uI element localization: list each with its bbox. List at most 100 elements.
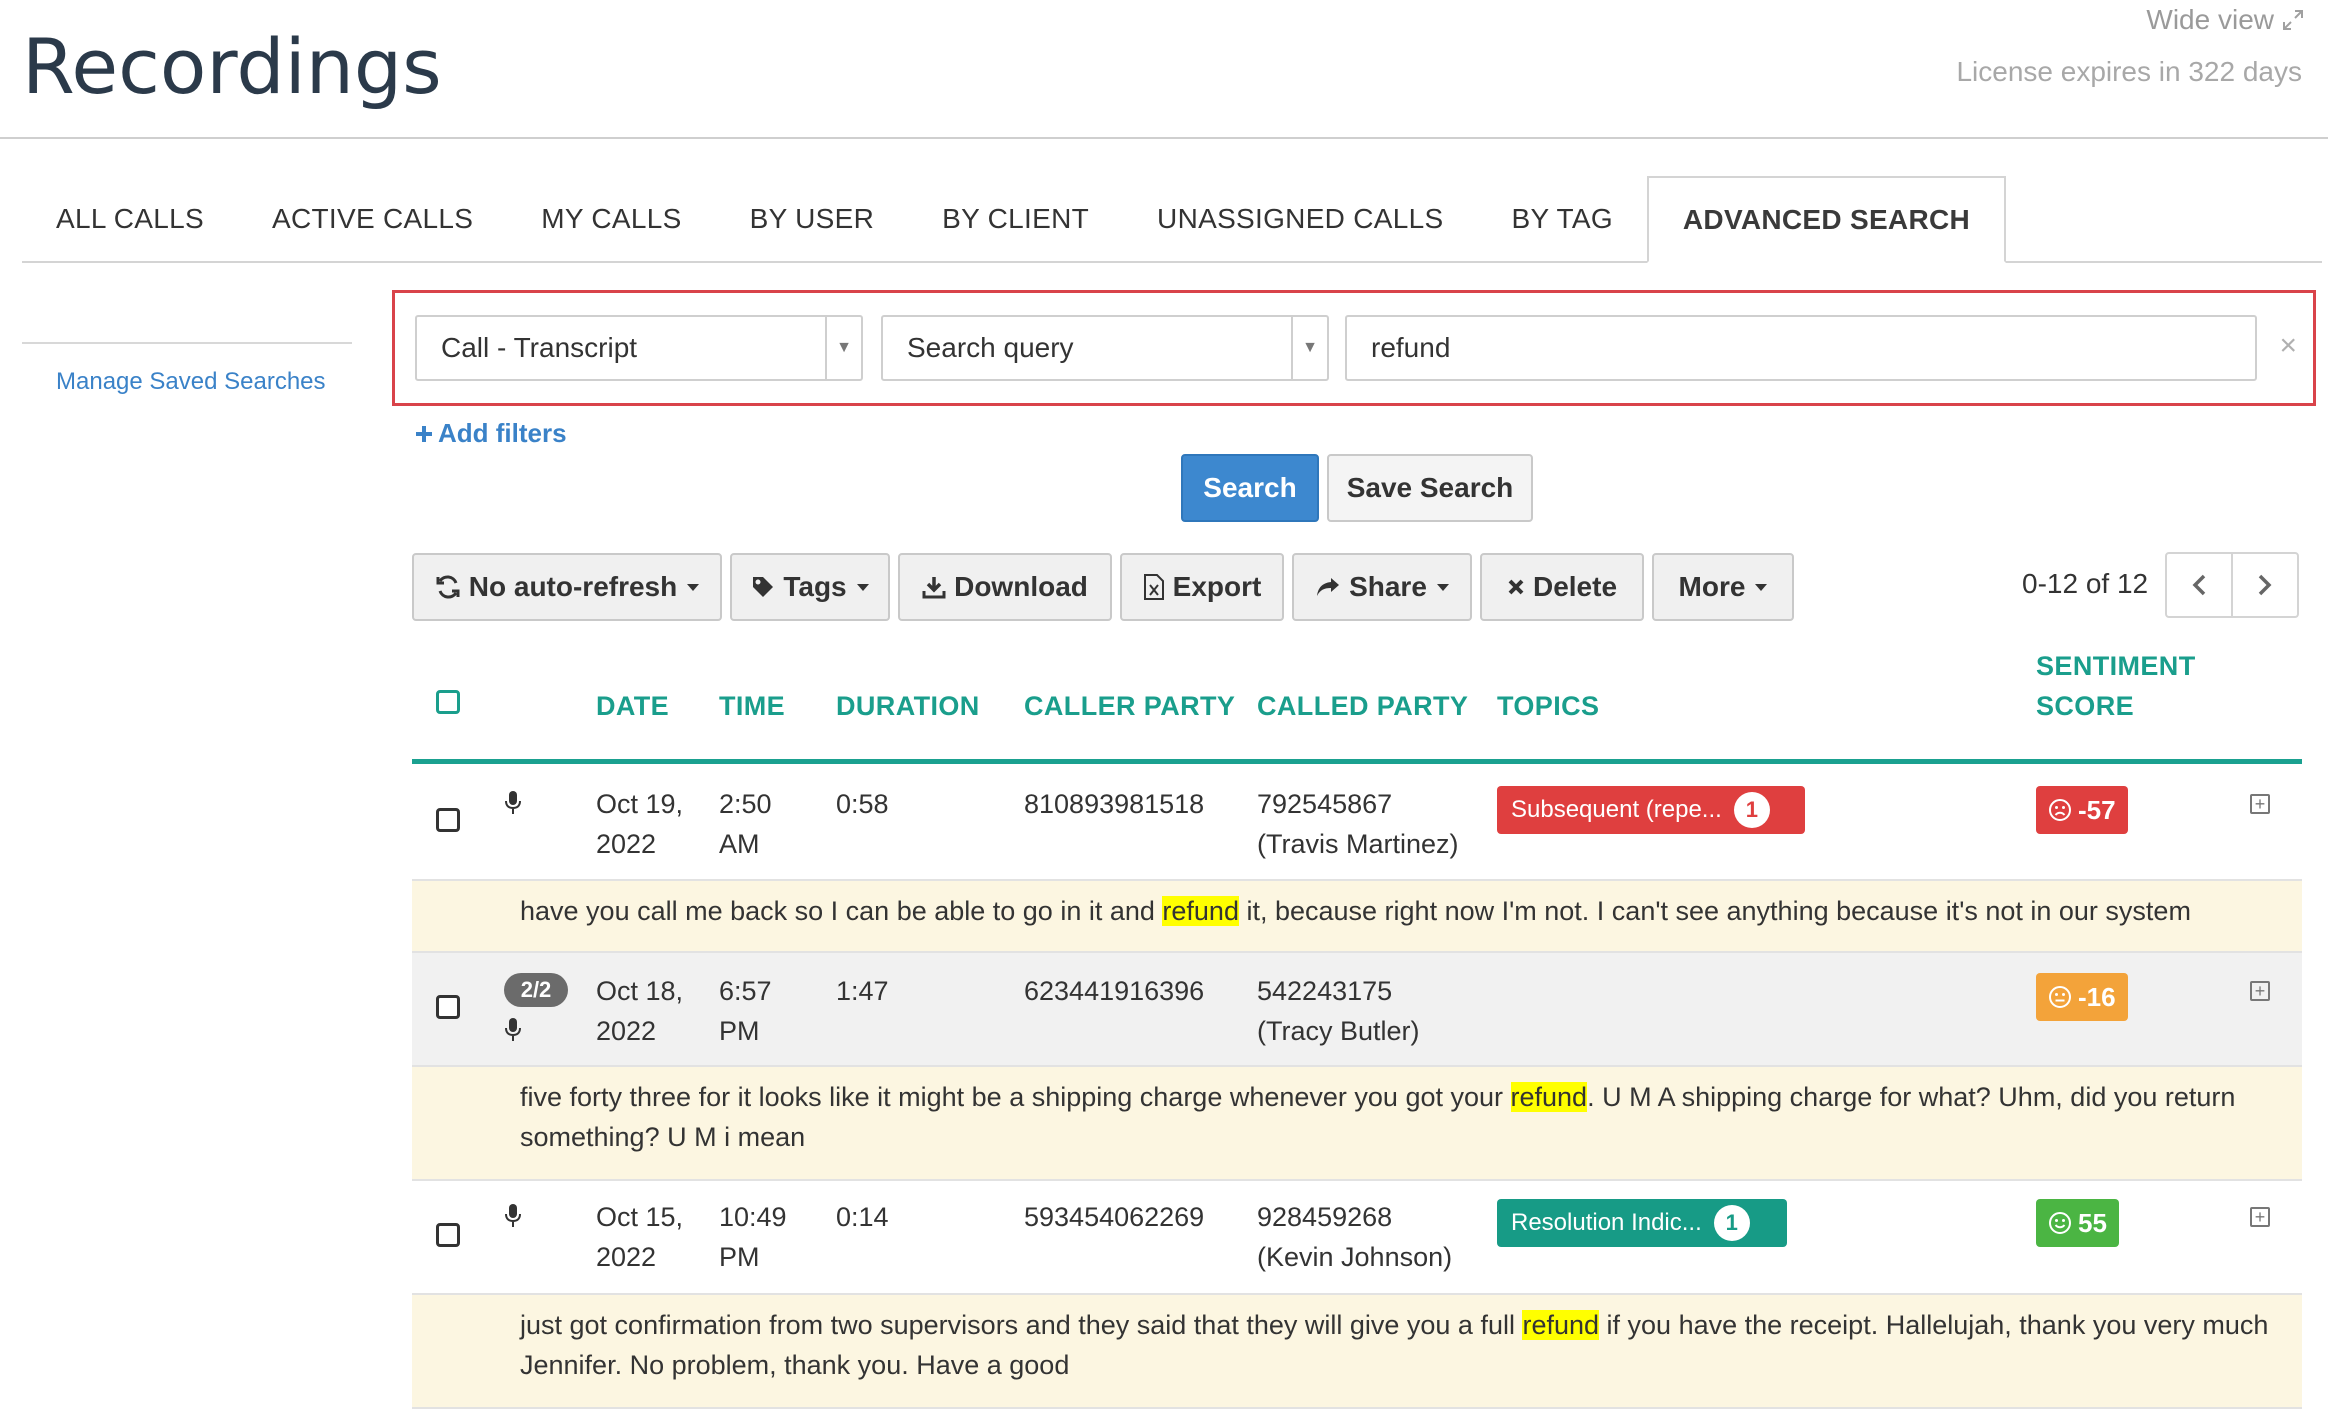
- tab-all-calls[interactable]: ALL CALLS: [22, 176, 238, 261]
- field-select[interactable]: Call - Transcript ▼: [415, 315, 863, 381]
- delete-label: Delete: [1532, 571, 1618, 602]
- sentiment-score-badge: 55: [2036, 1199, 2119, 1247]
- recording-segment-badge: 2/2: [504, 973, 568, 1007]
- topic-count: 1: [1733, 792, 1770, 828]
- microphone-icon[interactable]: [504, 790, 522, 816]
- page-header: Recordings Wide view License expires in …: [0, 0, 2328, 139]
- tab-by-client[interactable]: BY CLIENT: [908, 176, 1123, 261]
- clear-icon[interactable]: ×: [2279, 329, 2297, 363]
- microphone-icon[interactable]: [504, 1203, 522, 1229]
- search-button[interactable]: Search: [1181, 454, 1319, 522]
- search-criteria-panel: Call - Transcript ▼ Search query ▼ refun…: [392, 290, 2316, 406]
- add-filters-link[interactable]: Add filters: [414, 418, 567, 449]
- mode-select[interactable]: Search query ▼: [881, 315, 1329, 381]
- license-status: License expires in 322 days: [1956, 56, 2302, 87]
- call-time: 6:57 PM: [719, 976, 772, 1046]
- caret-down-icon: [1436, 583, 1449, 591]
- frown-face-icon: [2049, 799, 2071, 821]
- transcript-snippet: five forty three for it looks like it mi…: [412, 1067, 2302, 1181]
- neutral-face-icon: [2049, 986, 2071, 1008]
- row-checkbox[interactable]: [436, 808, 460, 832]
- call-date: Oct 18, 2022: [596, 976, 684, 1046]
- topic-count: 1: [1713, 1205, 1750, 1241]
- column-sentiment-score[interactable]: SENTIMENT SCORE: [2036, 646, 2196, 726]
- search-input[interactable]: refund: [1345, 315, 2257, 381]
- search-highlight: refund: [1162, 896, 1239, 926]
- column-topics[interactable]: TOPICS: [1497, 686, 1599, 726]
- topic-tag[interactable]: Resolution Indic... 1: [1497, 1199, 1787, 1247]
- row-checkbox[interactable]: [436, 1223, 460, 1247]
- caller-party: 810893981518: [1024, 789, 1205, 819]
- column-duration[interactable]: DURATION: [836, 686, 980, 726]
- save-search-button[interactable]: Save Search: [1327, 454, 1533, 522]
- microphone-icon[interactable]: [504, 1017, 522, 1043]
- expand-arrows-icon: [2283, 10, 2303, 30]
- caller-party: 593454062269: [1024, 1202, 1205, 1232]
- auto-refresh-dropdown[interactable]: No auto-refresh: [412, 553, 722, 621]
- export-label: Export: [1172, 571, 1262, 602]
- tab-advanced-search[interactable]: ADVANCED SEARCH: [1646, 176, 2007, 263]
- sentiment-score-value: -16: [2078, 981, 2116, 1012]
- expand-row-icon[interactable]: +: [2250, 1207, 2270, 1227]
- field-select-value: Call - Transcript: [441, 332, 638, 363]
- plus-icon: [416, 425, 432, 442]
- auto-refresh-label: No auto-refresh: [468, 571, 678, 602]
- wide-view-link[interactable]: Wide view: [2146, 4, 2304, 36]
- caret-down-icon: ▼: [825, 317, 861, 379]
- column-time[interactable]: TIME: [719, 686, 785, 726]
- caret-down-icon: [856, 583, 869, 591]
- table-row[interactable]: Oct 19, 2022 2:50 AM 0:58 810893981518 792…: [412, 766, 2302, 881]
- smile-face-icon: [2049, 1212, 2071, 1234]
- column-caller-party[interactable]: CALLER PARTY: [1024, 686, 1235, 726]
- called-party: 542243175 (Tracy Butler): [1257, 976, 1420, 1046]
- prev-page-button[interactable]: [2165, 552, 2233, 618]
- tab-unassigned-calls[interactable]: UNASSIGNED CALLS: [1123, 176, 1477, 261]
- sentiment-header-line1: SENTIMENT: [2036, 651, 2196, 681]
- tags-dropdown[interactable]: Tags: [730, 553, 890, 621]
- sentiment-score-badge: -57: [2036, 786, 2128, 834]
- tab-my-calls[interactable]: MY CALLS: [507, 176, 715, 261]
- transcript-snippet: have you call me back so I can be able t…: [412, 881, 2302, 953]
- download-icon: [922, 577, 946, 599]
- call-date: Oct 15, 2022: [596, 1202, 684, 1272]
- expand-row-icon[interactable]: +: [2250, 981, 2270, 1001]
- table-header: DATE TIME DURATION CALLER PARTY CALLED P…: [412, 648, 2302, 764]
- next-page-button[interactable]: [2231, 552, 2299, 618]
- called-party: 792545867 (Travis Martinez): [1257, 789, 1459, 859]
- share-dropdown[interactable]: Share: [1292, 553, 1472, 621]
- column-called-party[interactable]: CALLED PARTY: [1257, 686, 1468, 726]
- caller-party: 623441916396: [1024, 976, 1205, 1006]
- sentiment-header-line2: SCORE: [2036, 691, 2135, 721]
- download-label: Download: [954, 571, 1088, 602]
- manage-saved-searches-link[interactable]: Manage Saved Searches: [56, 368, 326, 396]
- row-checkbox[interactable]: [436, 995, 460, 1019]
- tab-by-user[interactable]: BY USER: [716, 176, 909, 261]
- tab-by-tag[interactable]: BY TAG: [1478, 176, 1647, 261]
- sentiment-score-value: -57: [2078, 794, 2116, 825]
- export-button[interactable]: Export: [1120, 553, 1284, 621]
- topic-label: Subsequent (repe...: [1511, 796, 1722, 823]
- search-highlight: refund: [1510, 1082, 1588, 1112]
- call-duration: 0:14: [836, 1202, 889, 1232]
- download-button[interactable]: Download: [898, 553, 1112, 621]
- call-duration: 0:58: [836, 789, 889, 819]
- refresh-icon: [436, 575, 460, 599]
- caret-down-icon: [687, 583, 700, 591]
- wide-view-label: Wide view: [2146, 4, 2274, 35]
- topic-tag[interactable]: Subsequent (repe... 1: [1497, 786, 1805, 834]
- share-icon: [1317, 578, 1340, 596]
- expand-row-icon[interactable]: +: [2250, 794, 2270, 814]
- table-row[interactable]: Oct 15, 2022 10:49 PM 0:14 593454062269 92…: [412, 1181, 2302, 1295]
- sentiment-score-value: 55: [2078, 1207, 2107, 1238]
- pagination-info: 0-12 of 12: [2022, 568, 2149, 599]
- search-highlight: refund: [1522, 1310, 1600, 1340]
- more-dropdown[interactable]: More: [1652, 553, 1794, 621]
- tab-active-calls[interactable]: ACTIVE CALLS: [238, 176, 507, 261]
- table-row[interactable]: 2/2 Oct 18, 2022 6:57 PM 1:47 623441916396…: [412, 953, 2302, 1067]
- delete-button[interactable]: Delete: [1480, 553, 1644, 621]
- tag-icon: [753, 577, 774, 597]
- column-date[interactable]: DATE: [596, 686, 669, 726]
- topic-label: Resolution Indic...: [1511, 1209, 1702, 1236]
- tags-label: Tags: [783, 571, 847, 602]
- select-all-checkbox[interactable]: [436, 690, 460, 714]
